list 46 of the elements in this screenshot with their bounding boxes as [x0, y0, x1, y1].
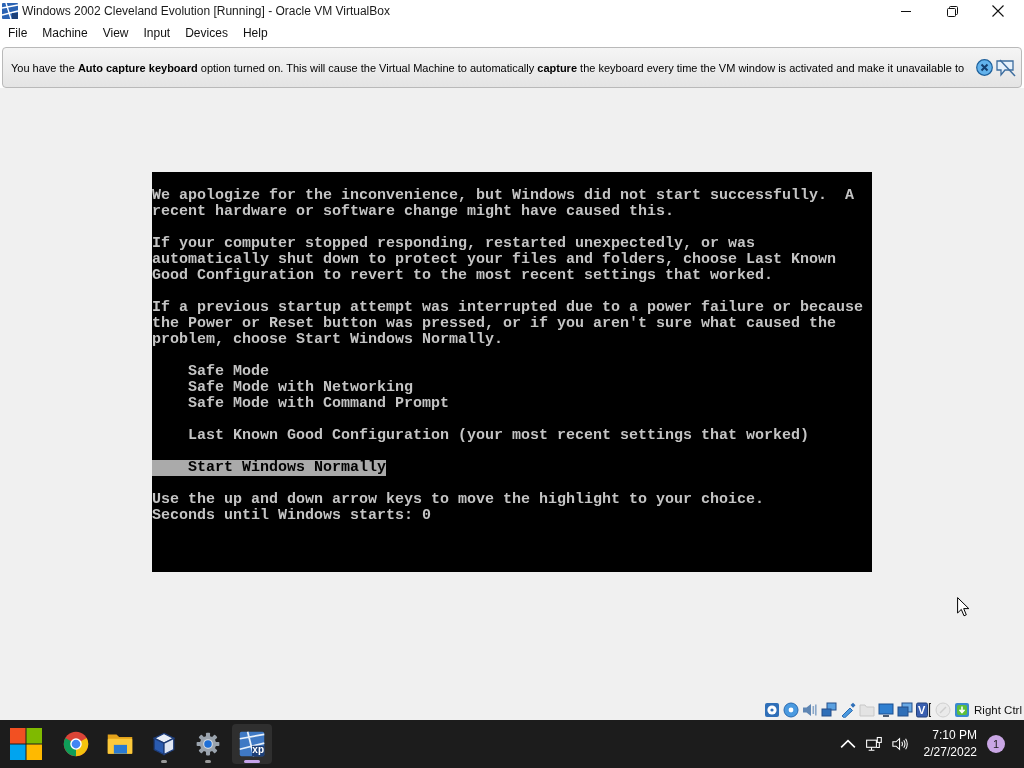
windows-icon[interactable]	[897, 702, 914, 718]
menu-item[interactable]: Devices	[177, 24, 236, 42]
logo-text: xp	[252, 745, 264, 755]
boot-option[interactable]: Safe Mode	[188, 364, 269, 380]
clock-time[interactable]: 7:10 PM	[932, 727, 977, 744]
boot-option[interactable]: Safe Mode with Command Prompt	[188, 396, 450, 412]
monitor-icon[interactable]	[878, 702, 895, 718]
menu-item[interactable]: Help	[235, 24, 276, 42]
close-icon	[992, 5, 1004, 17]
console-paragraph: If your computer stopped responding, restarted unexpectedly, or was automatically shut down to protect your files and folders, choose Last Known Good Configuration to revert to the most recent settings that worked.	[152, 236, 838, 284]
crossed-bubble-icon[interactable]	[996, 58, 1016, 77]
console-line: Use the up and down arrow keys to move the highlight to your choice.	[152, 492, 765, 508]
tile-icon[interactable]	[916, 702, 933, 718]
window-title: Windows 2002 Cleveland Evolution [Running] - Oracle VM VirtualBox	[22, 4, 390, 18]
pencil-icon[interactable]	[840, 702, 857, 718]
notification-text: You have the Auto capture keyboard option turned on. This will cause the Virtual Machine to automatically capture the keyboard every time the VM window is activated and make it unavailable to	[11, 61, 965, 74]
network-icon[interactable]	[865, 736, 882, 752]
cube-icon	[151, 731, 177, 757]
monitors-icon[interactable]	[821, 702, 838, 718]
clock-date[interactable]: 2/27/2022	[923, 744, 977, 761]
circle-logo-icon	[62, 730, 90, 758]
boot-option[interactable]: Start Windows Normally	[152, 460, 387, 476]
tile-label: V	[918, 703, 926, 717]
gear-icon	[195, 731, 221, 757]
four-squares-icon	[10, 728, 42, 760]
down-arrow-icon[interactable]	[954, 702, 971, 718]
taskbar-button[interactable]: xp	[232, 724, 272, 764]
restore-icon	[946, 5, 958, 17]
notification-count[interactable]: 1	[987, 735, 1005, 753]
close-icon[interactable]	[976, 59, 993, 76]
menu-item[interactable]: File	[0, 24, 35, 42]
console-line: Seconds until Windows starts: 0	[152, 508, 432, 524]
menu-item[interactable]: Input	[136, 24, 178, 42]
volume-icon[interactable]	[891, 736, 908, 752]
speaker-icon[interactable]	[802, 702, 819, 718]
console-paragraph: If a previous startup attempt was interrupted due to a power failure or because the Power or Reset button was pressed, or if you aren't sure what caused the problem, choose Start Windows Normally.	[152, 300, 865, 348]
menu-item[interactable]: Machine	[34, 24, 96, 42]
minimize-icon	[901, 10, 911, 12]
boot-option[interactable]: Last Known Good Configuration (your most recent settings that worked)	[188, 428, 810, 444]
mouse-pointer-icon	[957, 597, 970, 617]
menu-item[interactable]: View	[95, 24, 136, 42]
disc-icon[interactable]	[783, 702, 800, 718]
host-key-label: Right Ctrl	[974, 704, 1022, 716]
console-paragraph: We apologize for the inconvenience, but Windows did not start successfully. A recent hardware or software change might have caused this.	[152, 188, 856, 220]
boot-option[interactable]: Safe Mode with Networking	[188, 380, 414, 396]
window-tile-icon	[238, 730, 266, 758]
